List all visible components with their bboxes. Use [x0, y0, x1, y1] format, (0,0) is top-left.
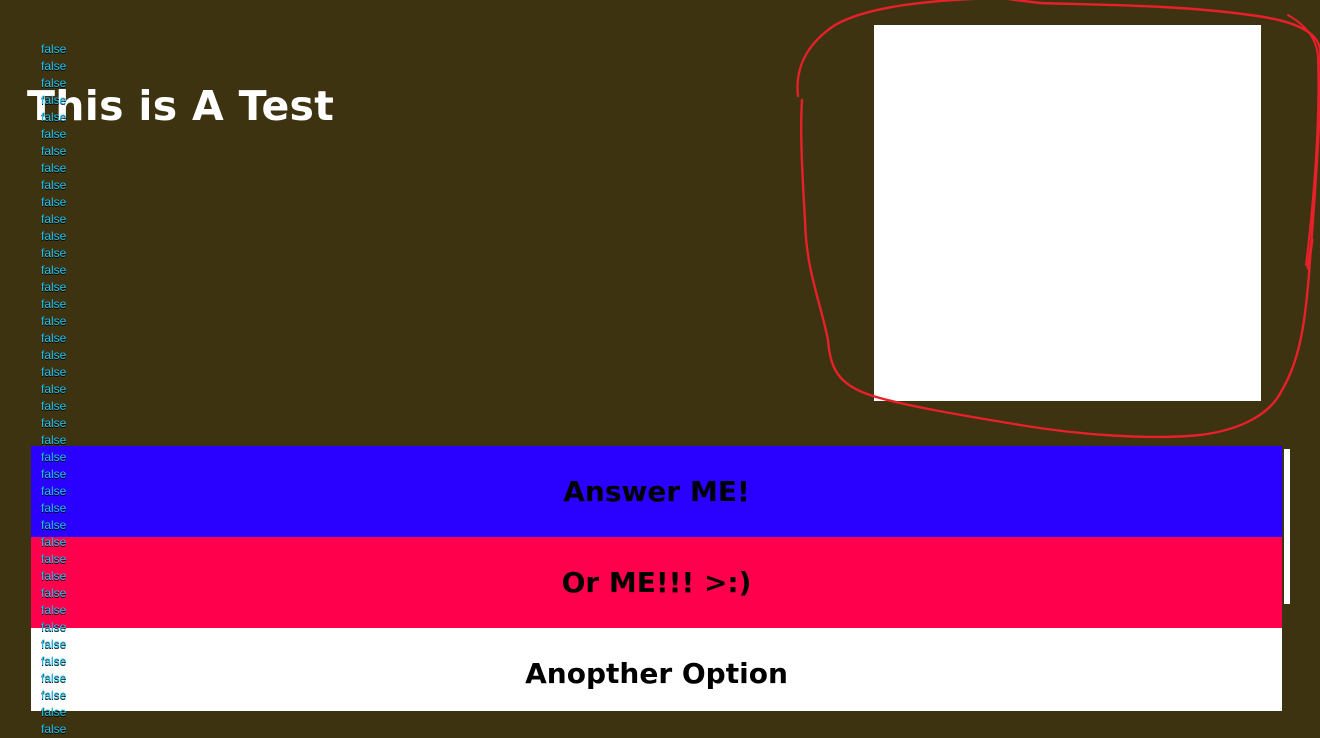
debug-line: false: [41, 348, 67, 362]
debug-log: false false false false false false false false…: [41, 41, 81, 738]
answer-option-1[interactable]: Answer ME!: [31, 446, 1282, 537]
debug-line: false: [41, 314, 67, 328]
answer-options-list: Answer ME! Or ME!!! >:) Anopther Option: [31, 446, 1282, 711]
debug-line: false: [41, 518, 67, 532]
debug-line: false: [41, 229, 67, 243]
debug-line: false: [41, 178, 67, 192]
debug-line: false: [41, 195, 67, 209]
debug-line: false: [41, 280, 67, 294]
debug-line: false: [41, 263, 67, 277]
answer-option-2-label: Or ME!!! >:): [561, 566, 752, 599]
debug-line: false: [41, 297, 67, 311]
debug-line: false: [41, 212, 67, 226]
debug-line: false: [41, 161, 67, 175]
answer-option-2[interactable]: Or ME!!! >:): [31, 537, 1282, 628]
debug-line: false: [41, 654, 67, 668]
debug-line: false: [41, 671, 67, 685]
debug-line: false: [41, 705, 67, 719]
debug-line: false: [41, 42, 67, 56]
debug-line: false: [41, 93, 67, 107]
debug-line: false: [41, 433, 67, 447]
debug-line: false: [41, 246, 67, 260]
debug-line: false: [41, 59, 67, 73]
debug-line: false: [41, 603, 67, 617]
debug-line: false: [41, 535, 67, 549]
debug-line: false: [41, 110, 67, 124]
debug-line: false: [41, 484, 67, 498]
debug-line: false: [41, 127, 67, 141]
debug-line: false: [41, 450, 67, 464]
debug-line: false: [41, 399, 67, 413]
debug-line: false: [41, 586, 67, 600]
debug-line: false: [41, 76, 67, 90]
debug-line: false: [41, 552, 67, 566]
answer-option-1-label: Answer ME!: [563, 475, 750, 508]
debug-line: false: [41, 382, 67, 396]
image-placeholder: [874, 25, 1261, 401]
debug-line: false: [41, 637, 67, 651]
answer-option-3[interactable]: Anopther Option: [31, 628, 1282, 711]
debug-line: false: [41, 467, 67, 481]
scrollbar[interactable]: [1284, 449, 1290, 604]
debug-line: false: [41, 365, 67, 379]
debug-line: false: [41, 569, 67, 583]
debug-line: false: [41, 722, 67, 736]
debug-line: false: [41, 688, 67, 702]
debug-line: false: [41, 416, 67, 430]
debug-line: false: [41, 620, 67, 634]
debug-line: false: [41, 501, 67, 515]
answer-option-3-label: Anopther Option: [525, 657, 788, 690]
debug-line: false: [41, 144, 67, 158]
debug-line: false: [41, 331, 67, 345]
